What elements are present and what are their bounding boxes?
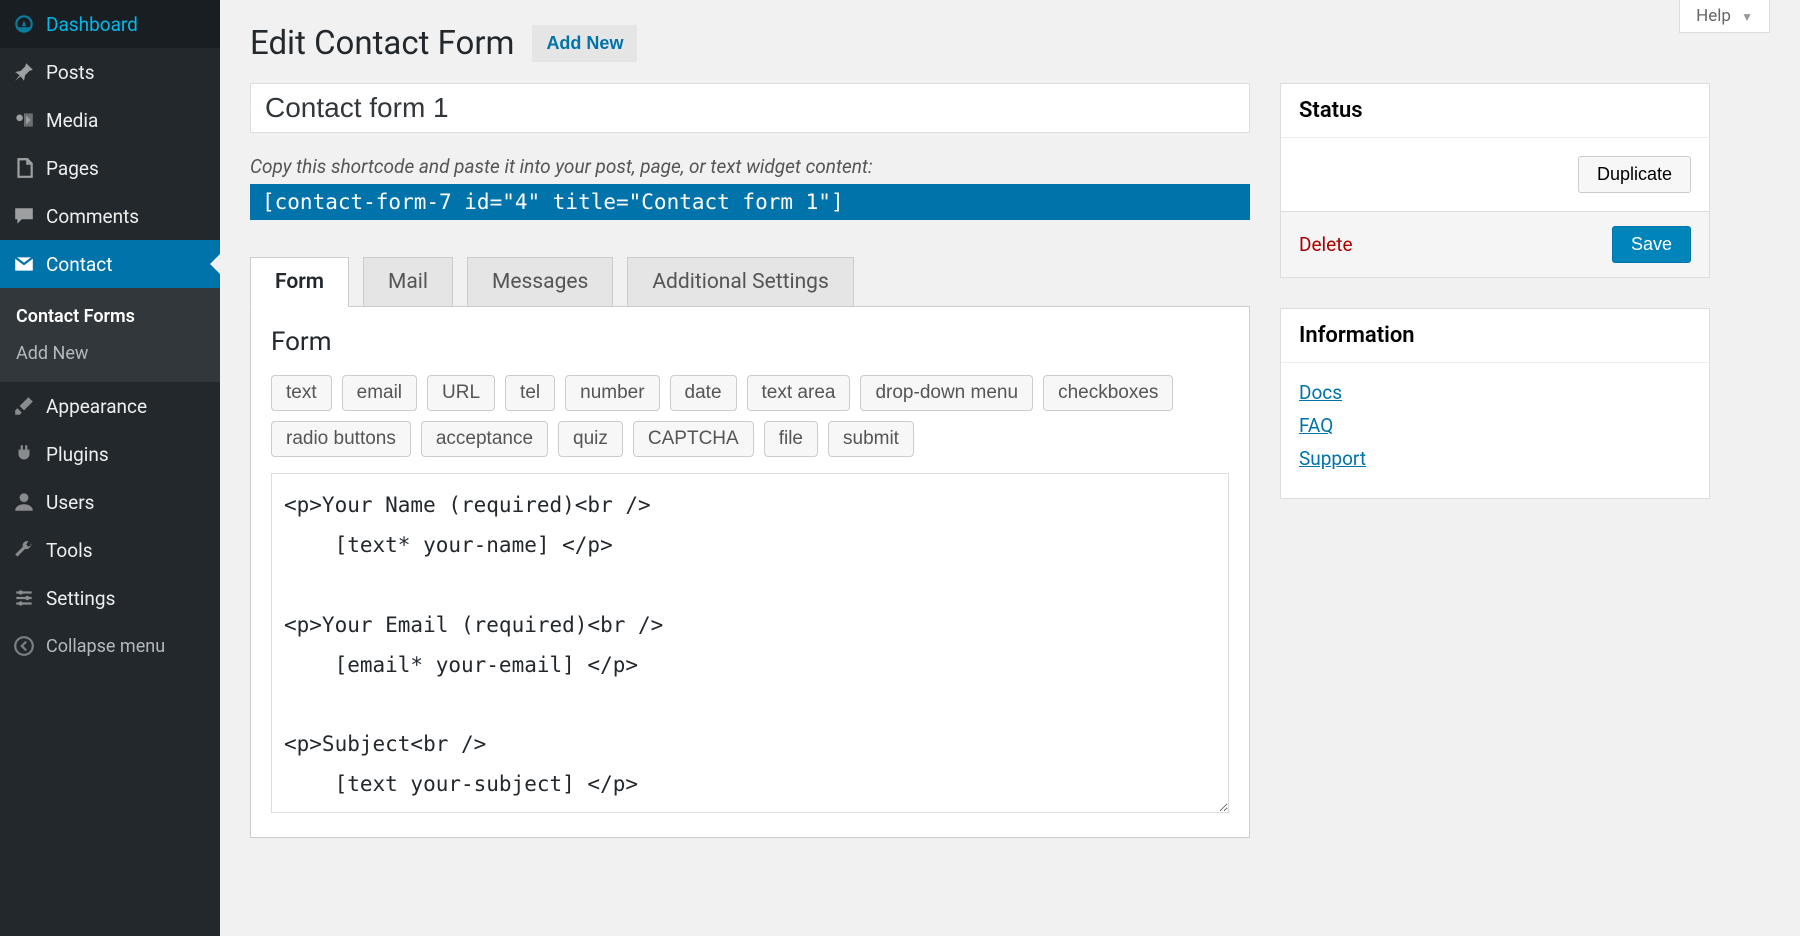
sidebar-item-appearance[interactable]: Appearance: [0, 382, 220, 430]
sidebar-sub-contact-forms[interactable]: Contact Forms: [0, 298, 220, 335]
sidebar-label: Comments: [46, 205, 139, 228]
sliders-icon: [10, 586, 38, 610]
sidebar-label: Posts: [46, 61, 95, 84]
main-content: Help ▼ Edit Contact Form Add New Copy th…: [220, 0, 1800, 936]
tag-acceptance[interactable]: acceptance: [421, 421, 548, 457]
tag-dropdown[interactable]: drop-down menu: [860, 375, 1033, 411]
media-icon: [10, 108, 38, 132]
tag-submit[interactable]: submit: [828, 421, 914, 457]
brush-icon: [10, 394, 38, 418]
sidebar-item-settings[interactable]: Settings: [0, 574, 220, 622]
sidebar-label: Collapse menu: [46, 636, 165, 657]
help-label: Help: [1696, 6, 1731, 26]
tag-date[interactable]: date: [670, 375, 737, 411]
sidebar-item-comments[interactable]: Comments: [0, 192, 220, 240]
sidebar-sub-add-new[interactable]: Add New: [0, 335, 220, 372]
information-heading: Information: [1281, 309, 1709, 363]
tab-additional-settings[interactable]: Additional Settings: [627, 257, 853, 307]
tab-mail[interactable]: Mail: [363, 257, 453, 307]
sidebar-label: Users: [46, 491, 94, 514]
tag-number[interactable]: number: [565, 375, 659, 411]
sidebar-label: Media: [46, 109, 98, 132]
delete-link[interactable]: Delete: [1299, 233, 1353, 256]
save-button[interactable]: Save: [1612, 226, 1691, 263]
tag-checkboxes[interactable]: checkboxes: [1043, 375, 1173, 411]
user-icon: [10, 490, 38, 514]
tag-radio[interactable]: radio buttons: [271, 421, 411, 457]
info-link-docs[interactable]: Docs: [1299, 381, 1691, 404]
shortcode-display[interactable]: [contact-form-7 id="4" title="Contact fo…: [250, 184, 1250, 220]
page-title: Edit Contact Form: [250, 24, 514, 63]
page-header: Edit Contact Form Add New: [250, 24, 1770, 63]
add-new-button[interactable]: Add New: [532, 25, 637, 62]
sidebar-label: Dashboard: [46, 13, 138, 36]
comment-icon: [10, 204, 38, 228]
information-metabox: Information Docs FAQ Support: [1280, 308, 1710, 499]
chevron-down-icon: ▼: [1741, 10, 1753, 24]
editor-tabs: Form Mail Messages Additional Settings: [250, 256, 1250, 306]
panel-heading: Form: [271, 327, 1229, 357]
tab-messages[interactable]: Messages: [467, 257, 613, 307]
info-link-support[interactable]: Support: [1299, 447, 1691, 470]
sidebar-item-contact[interactable]: Contact: [0, 240, 220, 288]
sidebar-label: Tools: [46, 539, 93, 562]
form-panel: Form text email URL tel number date text…: [250, 306, 1250, 838]
sidebar-item-pages[interactable]: Pages: [0, 144, 220, 192]
status-heading: Status: [1281, 84, 1709, 138]
tag-captcha[interactable]: CAPTCHA: [633, 421, 754, 457]
form-title-input[interactable]: [250, 83, 1250, 133]
sidebar-item-plugins[interactable]: Plugins: [0, 430, 220, 478]
sidebar-item-media[interactable]: Media: [0, 96, 220, 144]
tag-file[interactable]: file: [764, 421, 818, 457]
tag-generator-buttons: text email URL tel number date text area…: [271, 375, 1229, 457]
sidebar-submenu: Contact Forms Add New: [0, 288, 220, 382]
info-link-faq[interactable]: FAQ: [1299, 414, 1691, 437]
tag-url[interactable]: URL: [427, 375, 495, 411]
right-column: Status Duplicate Delete Save Information…: [1280, 83, 1710, 838]
sidebar-label: Appearance: [46, 395, 147, 418]
pages-icon: [10, 156, 38, 180]
tag-textarea[interactable]: text area: [747, 375, 851, 411]
sidebar-item-tools[interactable]: Tools: [0, 526, 220, 574]
wrench-icon: [10, 538, 38, 562]
status-metabox: Status Duplicate Delete Save: [1280, 83, 1710, 278]
tag-quiz[interactable]: quiz: [558, 421, 623, 457]
sidebar-item-dashboard[interactable]: Dashboard: [0, 0, 220, 48]
tag-text[interactable]: text: [271, 375, 332, 411]
sidebar-item-collapse[interactable]: Collapse menu: [0, 622, 220, 670]
sidebar-label: Plugins: [46, 443, 109, 466]
sidebar-label: Contact: [46, 253, 112, 276]
help-tab[interactable]: Help ▼: [1679, 0, 1770, 33]
sidebar-label: Pages: [46, 157, 99, 180]
left-column: Copy this shortcode and paste it into yo…: [250, 83, 1250, 838]
collapse-icon: [10, 634, 38, 658]
duplicate-button[interactable]: Duplicate: [1578, 156, 1691, 193]
tag-tel[interactable]: tel: [505, 375, 555, 411]
form-template-textarea[interactable]: [271, 473, 1229, 813]
sidebar-label: Settings: [46, 587, 115, 610]
pin-icon: [10, 60, 38, 84]
mail-icon: [10, 252, 38, 276]
shortcode-instruction: Copy this shortcode and paste it into yo…: [250, 155, 1250, 178]
admin-sidebar: Dashboard Posts Media Pages Comments Con…: [0, 0, 220, 936]
dashboard-icon: [10, 12, 38, 36]
plug-icon: [10, 442, 38, 466]
tag-email[interactable]: email: [342, 375, 417, 411]
sidebar-item-posts[interactable]: Posts: [0, 48, 220, 96]
sidebar-item-users[interactable]: Users: [0, 478, 220, 526]
tab-form[interactable]: Form: [250, 257, 349, 307]
